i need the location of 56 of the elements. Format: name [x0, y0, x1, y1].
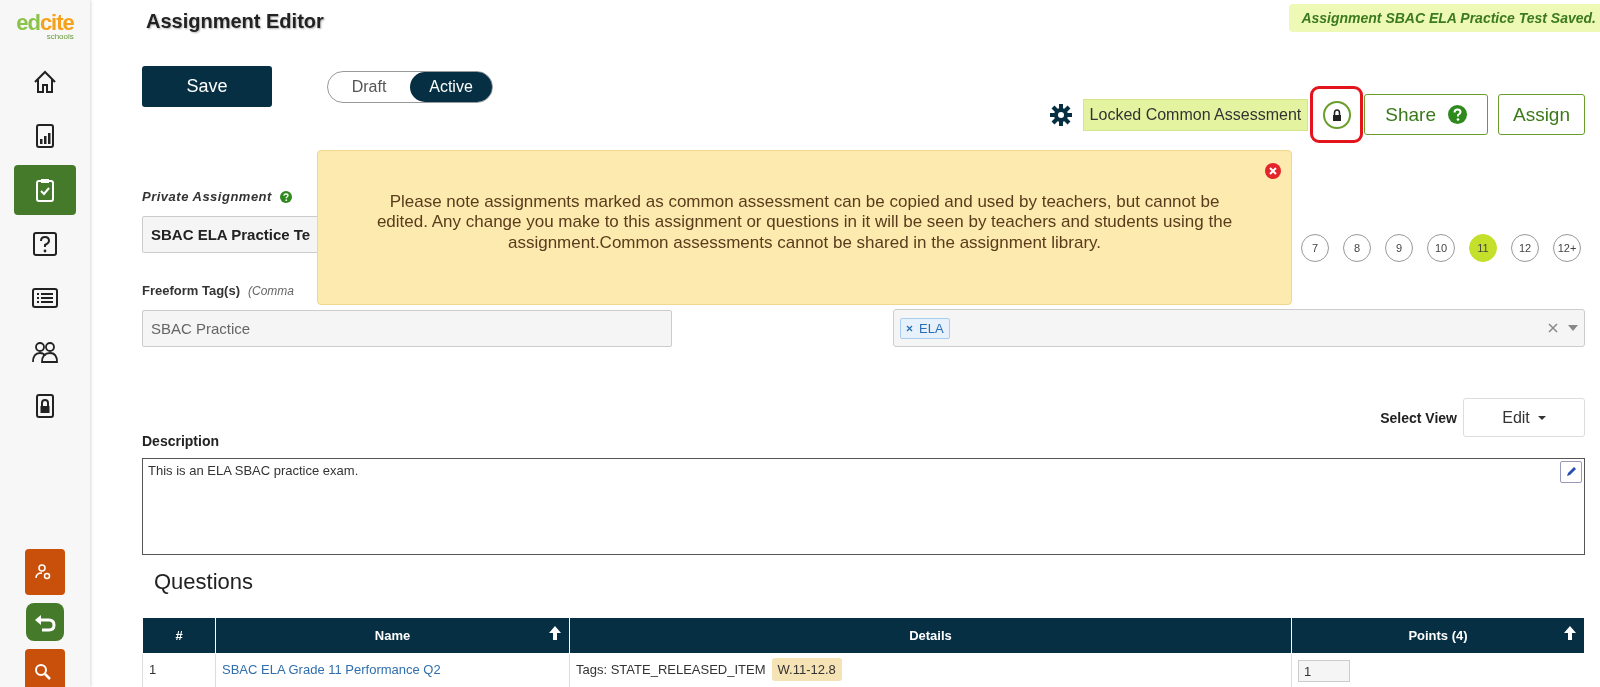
column-header[interactable]: # — [142, 617, 216, 654]
edit-button[interactable] — [1560, 461, 1582, 483]
sort-arrow-icon — [549, 626, 561, 640]
clear-icon — [1548, 323, 1558, 333]
pencil-icon — [1565, 466, 1577, 478]
standard-tag: W.11-12.8 — [771, 658, 842, 681]
sidebar-button[interactable] — [25, 649, 65, 687]
grade-option[interactable]: 12 — [1511, 234, 1539, 262]
tags-field[interactable]: SBAC Practice — [142, 310, 672, 347]
view-dropdown[interactable]: Edit — [1463, 398, 1585, 437]
close-icon[interactable] — [1265, 163, 1281, 179]
grade-option[interactable]: 11 — [1469, 234, 1497, 262]
field-hint: (Comma — [248, 283, 294, 298]
grade-option[interactable]: 10 — [1427, 234, 1455, 262]
question-box-icon — [31, 230, 59, 258]
view-label: Select View — [1380, 409, 1457, 426]
status-option[interactable]: Active — [410, 71, 492, 102]
column-header[interactable]: Name — [215, 617, 570, 654]
sidebar-button[interactable] — [25, 549, 65, 595]
help-icon — [1447, 105, 1467, 124]
caret-icon — [1568, 325, 1578, 331]
sidebar-button[interactable] — [26, 603, 64, 641]
column-header[interactable]: Details — [569, 617, 1292, 654]
remove-icon — [906, 324, 913, 332]
table-cell: 1 — [142, 653, 216, 687]
question-link[interactable]: SBAC ELA Grade 11 Performance Q2 — [222, 662, 441, 677]
share-button[interactable]: Share — [1364, 94, 1488, 135]
edcite-logo: edcite schools — [16, 12, 74, 41]
grade-option[interactable]: 7 — [1301, 234, 1329, 262]
grade-option[interactable]: 8 — [1343, 234, 1371, 262]
help-icon — [279, 190, 292, 203]
field-label: Freeform Tag(s) — [142, 283, 240, 298]
status-option[interactable]: Draft — [328, 71, 410, 102]
sort-arrow-icon — [1564, 626, 1576, 640]
page-title: Assignment Editor — [146, 10, 324, 33]
settings-icon[interactable] — [1048, 102, 1073, 127]
field-label: Private Assignment — [142, 189, 272, 204]
subject-select[interactable]: ELA — [893, 309, 1585, 347]
assign-button[interactable]: Assign — [1497, 94, 1585, 135]
saved-message: Assignment SBAC ELA Practice Test Saved. — [1289, 4, 1600, 32]
notice-text: Please note assignments marked as common assessment can be copied and used by teachers, but cannot be edited. Any change you make to this assignment or questions in it will be seen by teachers and students using the assignment.Common assessments cannot be shared in the assignment library. — [375, 191, 1234, 254]
section-heading: Questions — [154, 569, 255, 595]
field-label: Description — [142, 433, 220, 449]
column-header[interactable]: Points (4) — [1291, 617, 1585, 654]
lock-icon — [1331, 108, 1342, 121]
lock-button[interactable] — [1322, 100, 1351, 129]
locked-status-label: Locked Common Assessment — [1082, 98, 1309, 131]
caret-icon — [1537, 415, 1546, 420]
question-tags: Tags: STATE_RELEASED_ITEM — [576, 662, 766, 677]
points-field[interactable]: 1 — [1298, 660, 1350, 682]
grade-option[interactable]: 9 — [1385, 234, 1413, 262]
description-field[interactable]: This is an ELA SBAC practice exam. — [142, 458, 1585, 555]
subject-tag[interactable]: ELA — [900, 317, 950, 339]
save-button[interactable]: Save — [142, 66, 272, 107]
undo-arrow-icon — [33, 612, 57, 632]
grade-option[interactable]: 12+ — [1553, 234, 1581, 262]
